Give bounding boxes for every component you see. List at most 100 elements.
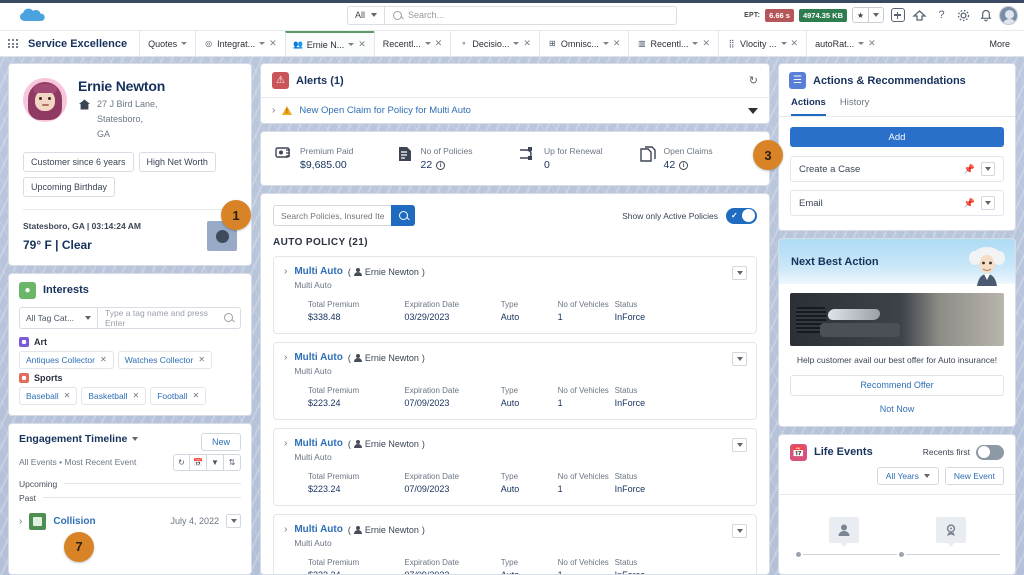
action-dropdown[interactable] [981, 162, 995, 176]
pin-icon[interactable]: 📌 [964, 198, 975, 209]
policy-actions-dropdown[interactable] [732, 266, 747, 280]
chevron-down-icon[interactable] [780, 42, 787, 45]
policy-name[interactable]: Multi Auto [294, 352, 343, 363]
info-icon[interactable]: i [679, 160, 689, 170]
chevron-right-icon[interactable]: › [19, 516, 22, 527]
favorites-chevron-icon[interactable] [868, 8, 883, 22]
policy-name[interactable]: Multi Auto [294, 266, 343, 277]
interest-tag[interactable]: Football ✕ [150, 386, 207, 405]
chevron-down-icon[interactable] [424, 42, 431, 45]
policy-actions-dropdown[interactable] [732, 352, 747, 366]
close-icon[interactable]: ✕ [435, 38, 443, 49]
tab-quotes[interactable]: Quotes [139, 31, 195, 56]
chevron-down-icon[interactable] [602, 42, 609, 45]
sort-icon[interactable]: ⇅ [224, 453, 241, 471]
tab-omnisc[interactable]: ⊞ Omnisc... ✕ [538, 31, 629, 56]
tab-recentl[interactable]: ▥ Recentl... ✕ [628, 31, 718, 56]
list-item[interactable]: › Collision July 4, 2022 [9, 505, 251, 534]
new-event-button[interactable]: New Event [944, 466, 1004, 485]
app-launcher-button[interactable] [0, 31, 26, 56]
tag-input[interactable]: Type a tag name and press Enter [97, 306, 241, 329]
policy-name[interactable]: Multi Auto [294, 438, 343, 449]
alert-text[interactable]: New Open Claim for Policy for Multi Auto [299, 105, 471, 116]
add-icon[interactable] [889, 7, 906, 24]
close-icon[interactable]: ✕ [613, 38, 621, 49]
interest-tag[interactable]: Watches Collector ✕ [117, 350, 213, 369]
life-event-node[interactable] [828, 516, 859, 547]
chevron-right-icon[interactable]: › [272, 105, 275, 116]
interest-tag[interactable]: Basketball ✕ [81, 386, 147, 405]
recents-first-toggle-group[interactable]: Recents first [923, 444, 1004, 460]
gear-icon[interactable] [955, 7, 972, 24]
calendar-icon[interactable]: 📅 [190, 453, 207, 471]
interest-tag[interactable]: Antiques Collector ✕ [19, 350, 114, 369]
tab-vlocity[interactable]: ⣿ Vlocity ... ✕ [718, 31, 806, 56]
years-filter-select[interactable]: All Years [876, 466, 939, 485]
tab-ernie-n[interactable]: 👥 Ernie N... ✕ [284, 31, 374, 56]
favorite-star-icon[interactable]: ★ [853, 8, 868, 22]
tab-actions[interactable]: Actions [791, 97, 826, 116]
action-dropdown[interactable] [981, 196, 995, 210]
policy-search-input[interactable] [273, 205, 391, 226]
user-avatar[interactable] [999, 5, 1018, 25]
policy-card[interactable]: › Multi Auto(Ernie Newton) Multi Auto Total… [273, 256, 757, 334]
tab-more-button[interactable]: More [979, 31, 1024, 56]
close-icon[interactable]: ✕ [702, 38, 710, 49]
close-icon[interactable]: ✕ [523, 38, 531, 49]
recommend-offer-button[interactable]: Recommend Offer [790, 374, 1004, 396]
remove-tag-icon[interactable]: ✕ [133, 391, 140, 400]
tab-integrat[interactable]: ◎ Integrat... ✕ [195, 31, 285, 56]
chevron-down-icon[interactable] [348, 43, 355, 46]
event-name[interactable]: Collision [53, 516, 95, 527]
help-icon[interactable]: ? [933, 7, 950, 24]
policy-card[interactable]: › Multi Auto(Ernie Newton) Multi Auto Total… [273, 342, 757, 420]
refresh-icon[interactable]: ↻ [173, 453, 190, 471]
remove-tag-icon[interactable]: ✕ [192, 391, 199, 400]
chevron-down-icon[interactable] [513, 42, 520, 45]
close-icon[interactable]: ✕ [358, 39, 366, 50]
tab-history[interactable]: History [840, 97, 870, 116]
tab-autorat[interactable]: autoRat... ✕ [806, 31, 884, 56]
chevron-right-icon[interactable]: › [284, 524, 287, 535]
info-icon[interactable]: i [436, 160, 446, 170]
notifications-bell-icon[interactable] [977, 7, 994, 24]
global-search[interactable]: All Search... [347, 5, 677, 25]
remove-tag-icon[interactable]: ✕ [64, 391, 71, 400]
chevron-down-icon[interactable] [858, 42, 865, 45]
active-policies-toggle-group[interactable]: Show only Active Policies ✓ [622, 207, 757, 224]
tag-category-select[interactable]: All Tag Cat... [19, 306, 97, 329]
pin-icon[interactable]: 📌 [964, 164, 975, 175]
interest-tag[interactable]: Baseball ✕ [19, 386, 78, 405]
close-icon[interactable]: ✕ [868, 38, 876, 49]
salesforce-cloud-logo[interactable] [10, 6, 56, 24]
chevron-down-icon[interactable] [748, 107, 758, 114]
engagement-title-group[interactable]: Engagement Timeline [19, 433, 139, 445]
chevron-down-icon[interactable] [692, 42, 699, 45]
remove-tag-icon[interactable]: ✕ [198, 355, 205, 364]
search-scope-select[interactable]: All [347, 5, 385, 25]
recents-first-toggle[interactable] [976, 444, 1004, 460]
life-event-node[interactable] [935, 516, 966, 547]
close-icon[interactable]: ✕ [269, 38, 277, 49]
policy-card[interactable]: › Multi Auto(Ernie Newton) Multi Auto Total… [273, 514, 757, 574]
chevron-down-icon[interactable] [259, 42, 266, 45]
active-policies-toggle[interactable]: ✓ [726, 207, 757, 224]
chevron-right-icon[interactable]: › [284, 266, 287, 277]
action-row-create-case[interactable]: Create a Case 📌 [790, 156, 1004, 182]
search-input[interactable]: Search... [384, 5, 677, 25]
cloud-setup-icon[interactable] [911, 7, 928, 24]
policy-name[interactable]: Multi Auto [294, 524, 343, 535]
refresh-icon[interactable]: ↻ [749, 74, 758, 87]
filter-icon[interactable]: ▼ [207, 453, 224, 471]
chevron-down-icon[interactable] [181, 42, 188, 45]
tab-decisio[interactable]: ∘ Decisio... ✕ [450, 31, 539, 56]
chevron-right-icon[interactable]: › [284, 352, 287, 363]
add-action-button[interactable]: Add [790, 127, 1004, 147]
close-icon[interactable]: ✕ [791, 38, 799, 49]
policy-actions-dropdown[interactable] [732, 524, 747, 538]
not-now-button[interactable]: Not Now [790, 396, 1004, 416]
policy-search[interactable] [273, 205, 415, 226]
chevron-right-icon[interactable]: › [284, 438, 287, 449]
remove-tag-icon[interactable]: ✕ [100, 355, 107, 364]
policy-search-button[interactable] [391, 205, 415, 226]
